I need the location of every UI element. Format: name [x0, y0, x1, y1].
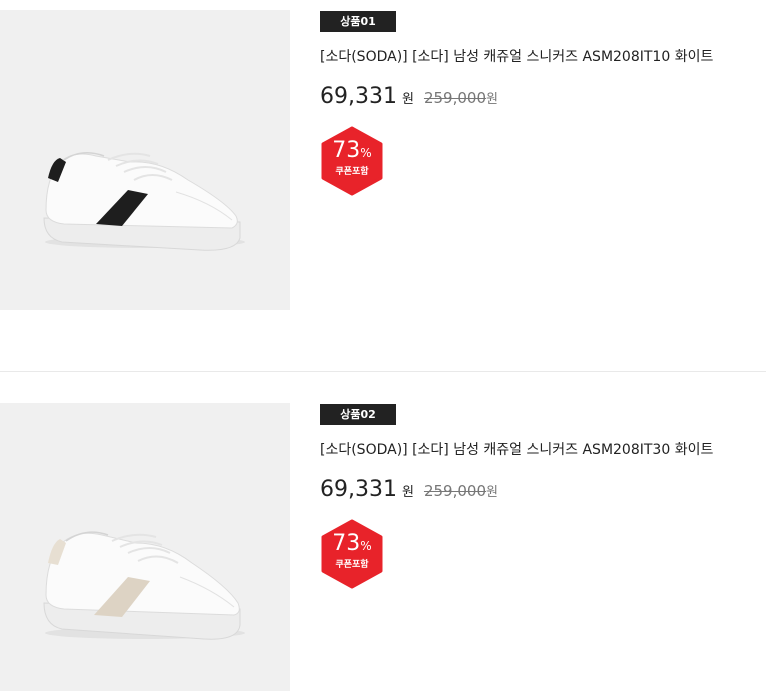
sale-price: 69,331 [320, 477, 397, 502]
sale-price: 69,331 [320, 84, 397, 109]
original-price: 259,000 [423, 89, 486, 107]
product-item: 상품01 [소다(SODA)] [소다] 남성 캐쥬얼 스니커즈 ASM208I… [0, 0, 766, 372]
original-price: 259,000 [423, 482, 486, 500]
product-info: 상품01 [소다(SODA)] [소다] 남성 캐쥬얼 스니커즈 ASM208I… [320, 10, 766, 196]
product-title[interactable]: [소다(SODA)] [소다] 남성 캐쥬얼 스니커즈 ASM208IT30 화… [320, 441, 766, 459]
product-number-badge: 상품02 [320, 404, 396, 425]
sneaker-icon [0, 10, 290, 310]
product-title[interactable]: [소다(SODA)] [소다] 남성 캐쥬얼 스니커즈 ASM208IT10 화… [320, 48, 766, 66]
discount-badge: 73% 쿠폰포함 [320, 519, 384, 589]
divider [0, 371, 766, 372]
product-item: 상품02 [소다(SODA)] [소다] 남성 캐쥬얼 스니커즈 ASM208I… [0, 373, 766, 691]
sneaker-icon [0, 403, 290, 691]
price-row: 69,331 원 259,000원 [320, 84, 766, 114]
sale-price-unit: 원 [401, 92, 414, 107]
sale-price-unit: 원 [401, 485, 414, 500]
product-image[interactable] [0, 10, 290, 310]
discount-symbol: % [360, 539, 372, 553]
coupon-included-label: 쿠폰포함 [335, 167, 369, 177]
discount-rate: 73% [320, 139, 384, 165]
discount-badge: 73% 쿠폰포함 [320, 126, 384, 196]
original-price-unit: 원 [485, 485, 498, 500]
discount-value: 73 [332, 531, 361, 556]
product-info: 상품02 [소다(SODA)] [소다] 남성 캐쥬얼 스니커즈 ASM208I… [320, 403, 766, 589]
discount-symbol: % [360, 146, 372, 160]
discount-value: 73 [332, 138, 361, 163]
product-number-badge: 상품01 [320, 11, 396, 32]
product-image[interactable] [0, 403, 290, 691]
original-price-unit: 원 [485, 92, 498, 107]
discount-rate: 73% [320, 532, 384, 558]
coupon-included-label: 쿠폰포함 [335, 560, 369, 570]
price-row: 69,331 원 259,000원 [320, 477, 766, 507]
